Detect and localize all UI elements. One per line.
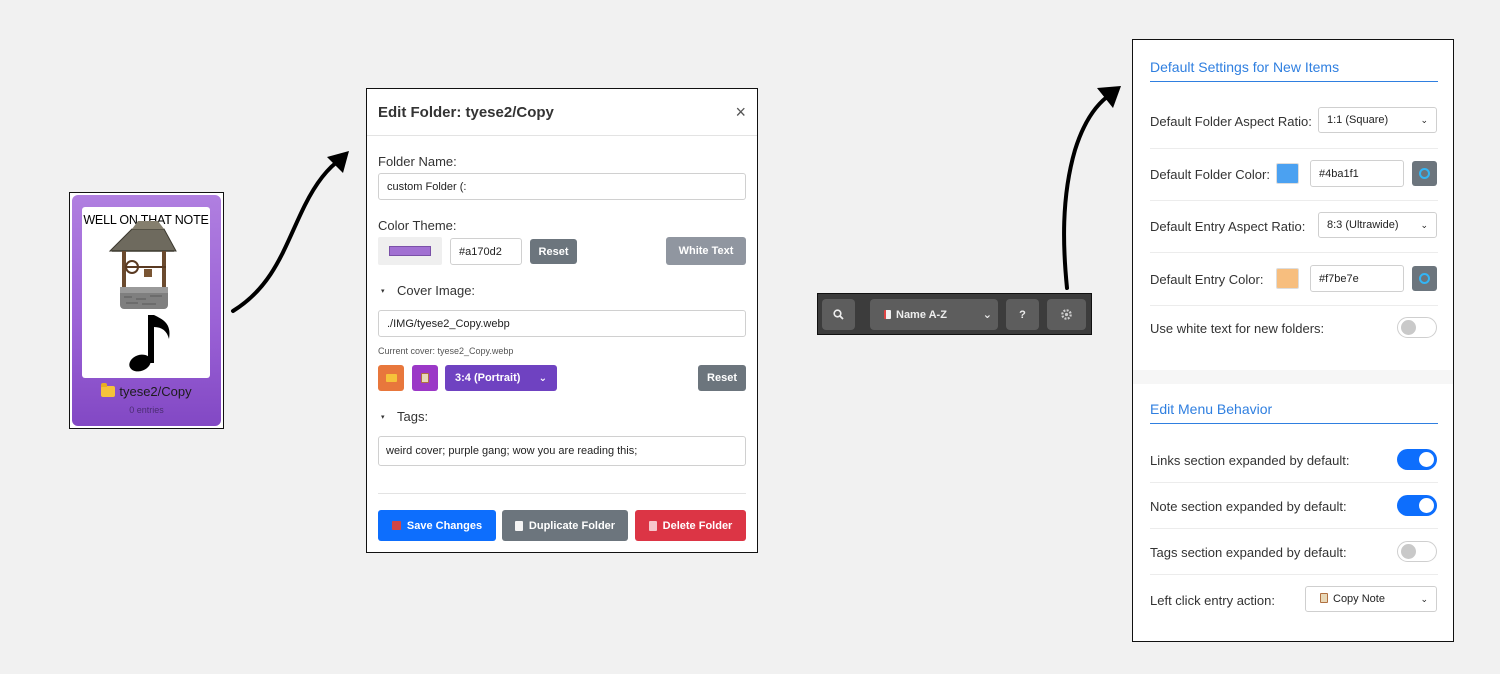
toggle-knob	[1419, 452, 1434, 467]
chevron-down-icon: ⌄	[1420, 114, 1428, 125]
delete-folder-label: Delete Folder	[662, 519, 733, 532]
left-click-action-value: Copy Note	[1333, 593, 1385, 605]
sort-value: Name A-Z	[896, 308, 947, 321]
color-hex-input[interactable]: #a170d2	[450, 238, 522, 265]
save-changes-label: Save Changes	[406, 519, 483, 532]
chevron-down-icon: ⌄	[982, 309, 992, 321]
arrow-to-dialog	[231, 151, 349, 313]
arrow-to-settings	[1062, 86, 1121, 290]
folder-aspect-select[interactable]: 1:1 (Square) ⌄	[1318, 107, 1437, 133]
entry-aspect-select[interactable]: 8:3 (Ultrawide) ⌄	[1318, 212, 1437, 238]
chevron-down-icon: ⌄	[1420, 593, 1428, 604]
folder-card-count: 0 entries	[129, 405, 164, 415]
toggle-knob	[1401, 544, 1416, 559]
folder-cover-image: WELL ON THAT NOTE	[82, 207, 210, 378]
dialog-header: Edit Folder: tyese2/Copy ×	[367, 89, 757, 136]
row-divider	[1150, 528, 1438, 529]
edit-menu-behavior-title: Edit Menu Behavior	[1150, 401, 1438, 424]
folder-card-body[interactable]: WELL ON THAT NOTE tyese2/Copy 0 entries	[72, 195, 221, 426]
floppy-disk-icon	[391, 521, 401, 530]
entry-color-swatch[interactable]	[1276, 268, 1299, 289]
white-text-button[interactable]: White Text	[666, 237, 746, 265]
settings-button[interactable]	[1047, 299, 1086, 330]
aspect-ratio-select[interactable]: 3:4 (Portrait) ⌄	[445, 365, 557, 391]
white-text-label: Use white text for new folders:	[1150, 320, 1325, 336]
footer-divider	[378, 493, 746, 494]
current-cover-text: Current cover: tyese2_Copy.webp	[378, 346, 514, 356]
refresh-icon	[1419, 168, 1430, 179]
links-expanded-toggle[interactable]	[1397, 449, 1437, 470]
refresh-icon	[1419, 273, 1430, 284]
folder-name-input[interactable]: custom Folder (:	[378, 173, 746, 200]
row-divider	[1150, 305, 1438, 306]
clipboard-icon	[1320, 593, 1328, 603]
entry-color-input[interactable]: #f7be7e	[1310, 265, 1404, 292]
tags-expanded-label: Tags section expanded by default:	[1150, 544, 1347, 560]
folder-icon	[101, 383, 116, 397]
note-expanded-toggle[interactable]	[1397, 495, 1437, 516]
entry-aspect-value: 8:3 (Ultrawide)	[1327, 219, 1399, 231]
white-text-toggle[interactable]	[1397, 317, 1437, 338]
trash-icon	[648, 520, 657, 531]
color-theme-label: Color Theme:	[378, 218, 457, 233]
folder-name-label: Folder Name:	[378, 154, 457, 169]
document-icon	[514, 520, 523, 531]
section-separator	[1133, 370, 1453, 384]
edit-folder-dialog: Edit Folder: tyese2/Copy × Folder Name: …	[366, 88, 758, 553]
cover-collapse-icon[interactable]: ▾	[381, 287, 385, 295]
left-click-action-select[interactable]: Copy Note ⌄	[1305, 586, 1437, 612]
gear-icon	[1061, 309, 1072, 320]
folder-color-swatch[interactable]	[1276, 163, 1299, 184]
row-divider	[1150, 148, 1438, 149]
cover-path-input[interactable]: ./IMG/tyese2_Copy.webp	[378, 310, 746, 337]
save-changes-button[interactable]: Save Changes	[378, 510, 496, 541]
aspect-ratio-value: 3:4 (Portrait)	[455, 372, 521, 384]
row-divider	[1150, 482, 1438, 483]
sort-select[interactable]: Name A-Z ⌄	[870, 299, 998, 330]
search-icon	[833, 309, 844, 320]
search-button[interactable]	[822, 299, 855, 330]
bottom-toolbar: Name A-Z ⌄ ?	[817, 293, 1092, 335]
toggle-knob	[1419, 498, 1434, 513]
folder-card-title: tyese2/Copy	[72, 383, 221, 399]
links-expanded-label: Links section expanded by default:	[1150, 452, 1350, 468]
dialog-title: Edit Folder: tyese2/Copy	[378, 103, 554, 121]
cover-image-label[interactable]: Cover Image:	[397, 283, 475, 298]
chevron-down-icon: ⌄	[1420, 219, 1428, 230]
settings-panel: Default Settings for New Items Default F…	[1132, 39, 1454, 642]
document-icon	[884, 309, 891, 319]
tags-collapse-icon[interactable]: ▾	[381, 413, 385, 421]
folder-color-input[interactable]: #4ba1f1	[1310, 160, 1404, 187]
paste-button[interactable]	[412, 365, 438, 391]
delete-folder-button[interactable]: Delete Folder	[635, 510, 746, 541]
entry-color-reset-button[interactable]	[1412, 266, 1437, 291]
folder-card-name: tyese2/Copy	[119, 384, 192, 399]
tags-input[interactable]: weird cover; purple gang; wow you are re…	[378, 436, 746, 466]
well-and-music-note-illustration	[108, 221, 177, 372]
duplicate-folder-button[interactable]: Duplicate Folder	[502, 510, 628, 541]
cover-reset-button[interactable]: Reset	[698, 365, 746, 391]
tags-expanded-toggle[interactable]	[1397, 541, 1437, 562]
clipboard-icon	[421, 373, 429, 383]
row-divider	[1150, 574, 1438, 575]
color-swatch	[389, 246, 431, 256]
note-expanded-label: Note section expanded by default:	[1150, 498, 1347, 514]
default-settings-title: Default Settings for New Items	[1150, 59, 1438, 82]
tags-label[interactable]: Tags:	[397, 409, 428, 424]
close-icon[interactable]: ×	[735, 102, 746, 123]
chevron-down-icon: ⌄	[538, 372, 547, 384]
color-reset-button[interactable]: Reset	[530, 239, 577, 264]
help-button[interactable]: ?	[1006, 299, 1039, 330]
folder-aspect-value: 1:1 (Square)	[1327, 114, 1389, 126]
row-divider	[1150, 252, 1438, 253]
duplicate-folder-label: Duplicate Folder	[528, 519, 616, 532]
folder-card[interactable]: WELL ON THAT NOTE tyese2/Copy 0 entries	[69, 192, 224, 429]
color-picker[interactable]	[378, 237, 442, 265]
toggle-knob	[1401, 320, 1416, 335]
folder-open-icon	[385, 374, 397, 382]
upload-folder-button[interactable]	[378, 365, 404, 391]
row-divider	[1150, 200, 1438, 201]
folder-color-reset-button[interactable]	[1412, 161, 1437, 186]
